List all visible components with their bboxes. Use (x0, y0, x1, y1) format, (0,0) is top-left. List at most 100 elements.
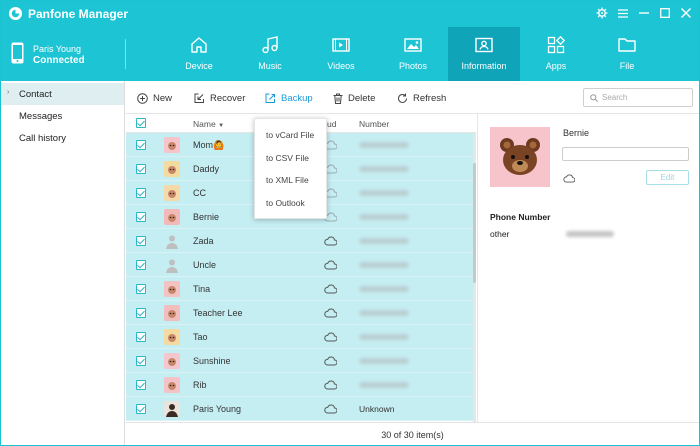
cloud-icon (324, 260, 338, 270)
contact-number-redacted (359, 238, 409, 244)
sidebar-item-contact[interactable]: › Contact (1, 83, 124, 105)
row-checkbox[interactable] (136, 380, 146, 390)
tab-photos[interactable]: Photos (377, 27, 449, 81)
row-checkbox[interactable] (136, 236, 146, 246)
avatar (164, 377, 180, 393)
recover-button[interactable]: Recover (194, 91, 245, 105)
contact-name: Tao (193, 332, 208, 342)
avatar (164, 329, 180, 345)
row-checkbox[interactable] (136, 284, 146, 294)
contact-number-redacted (359, 286, 409, 292)
avatar (164, 305, 180, 321)
menu-item-vcard[interactable]: to vCard File (266, 130, 314, 140)
table-row[interactable]: Tina (126, 277, 473, 301)
tab-label: Videos (327, 61, 355, 71)
contact-number-redacted (359, 334, 409, 340)
contact-number-redacted (359, 190, 409, 196)
tab-label: File (619, 61, 635, 71)
tab-music[interactable]: Music (234, 27, 306, 81)
tab-device[interactable]: Device (163, 27, 235, 81)
delete-label: Delete (348, 92, 376, 104)
row-checkbox[interactable] (136, 356, 146, 366)
sort-down-icon: ▼ (218, 123, 225, 129)
menu-item-csv[interactable]: to CSV File (266, 153, 309, 163)
table-row[interactable]: Rib (126, 373, 473, 397)
music-icon (262, 36, 278, 54)
chevron-right-icon: › (7, 89, 10, 96)
contact-name: Bernie (193, 212, 220, 222)
tab-label: Photos (398, 61, 428, 71)
avatar (164, 401, 180, 417)
select-all-checkbox[interactable] (136, 118, 146, 128)
contact-name: Paris Young (193, 404, 242, 414)
plus-circle-icon (137, 92, 148, 104)
scroll-thumb[interactable] (473, 163, 476, 283)
sidebar-item-messages[interactable]: Messages (1, 105, 124, 127)
tab-label: Device (185, 61, 213, 71)
tab-information[interactable]: Information (448, 27, 520, 81)
close-icon[interactable] (678, 5, 694, 21)
cloud-icon (324, 356, 338, 366)
avatar (164, 281, 180, 297)
column-name-label: Name (193, 119, 216, 129)
video-icon (332, 38, 350, 52)
sidebar-item-call-history[interactable]: Call history (1, 127, 124, 149)
row-checkbox[interactable] (136, 260, 146, 270)
menu-item-outlook[interactable]: to Outlook (266, 198, 305, 208)
main-nav: Paris Young Connected Device Music Video… (1, 27, 699, 81)
tab-videos[interactable]: Videos (305, 27, 377, 81)
cloud-icon (324, 332, 338, 342)
table-row[interactable]: Paris Young Unknown (126, 397, 473, 421)
row-checkbox[interactable] (136, 332, 146, 342)
row-checkbox[interactable] (136, 188, 146, 198)
minimize-icon[interactable] (636, 5, 652, 21)
new-button[interactable]: New (137, 91, 172, 105)
settings-icon[interactable] (594, 5, 610, 21)
edit-button[interactable]: Edit (646, 170, 689, 185)
recover-icon (194, 93, 204, 103)
cloud-icon (324, 308, 338, 318)
tab-label: Information (461, 61, 507, 71)
table-row[interactable]: Zada (126, 229, 473, 253)
contact-name: Mom🙆 (193, 140, 225, 150)
toolbar: New Recover Backup Delete Refresh Search (126, 81, 699, 114)
delete-button[interactable]: Delete (333, 91, 375, 105)
table-row[interactable]: Tao (126, 325, 473, 349)
row-checkbox[interactable] (136, 212, 146, 222)
avatar (164, 209, 180, 225)
backup-button[interactable]: Backup (265, 91, 313, 105)
contact-name: Uncle (193, 260, 217, 270)
device-name: Paris Young (33, 44, 82, 54)
new-label: New (153, 92, 173, 104)
refresh-button[interactable]: Refresh (397, 91, 446, 105)
sidebar-item-label: Call history (19, 133, 66, 144)
row-checkbox[interactable] (136, 140, 146, 150)
app-window: Panfone Manager Paris Young Connected De… (0, 0, 700, 446)
row-checkbox[interactable] (136, 404, 146, 414)
status-footer: 30 of 30 item(s) (126, 422, 699, 445)
maximize-icon[interactable] (657, 5, 673, 21)
table-row[interactable]: Sunshine (126, 349, 473, 373)
table-row[interactable]: Teacher Lee (126, 301, 473, 325)
search-icon (590, 94, 598, 102)
contact-name: Sunshine (193, 356, 231, 366)
column-name-header[interactable]: Name ▼ (193, 119, 224, 129)
trash-icon (333, 93, 343, 104)
row-checkbox[interactable] (136, 164, 146, 174)
table-scrollbar[interactable] (473, 133, 476, 422)
backup-label: Backup (281, 92, 313, 104)
row-checkbox[interactable] (136, 308, 146, 318)
tab-file[interactable]: File (591, 27, 663, 81)
search-input[interactable]: Search (583, 88, 693, 107)
title-bar: Panfone Manager (1, 1, 699, 27)
table-row[interactable]: Uncle (126, 253, 473, 277)
avatar (164, 353, 180, 369)
contact-photo[interactable] (490, 127, 550, 187)
menu-icon[interactable] (615, 5, 631, 21)
contact-card-icon (475, 37, 493, 53)
nav-divider (125, 39, 126, 69)
menu-item-xml[interactable]: to XML File (266, 175, 309, 185)
detail-name-field[interactable] (562, 147, 689, 161)
tab-apps[interactable]: Apps (520, 27, 592, 81)
cloud-icon (324, 380, 338, 390)
